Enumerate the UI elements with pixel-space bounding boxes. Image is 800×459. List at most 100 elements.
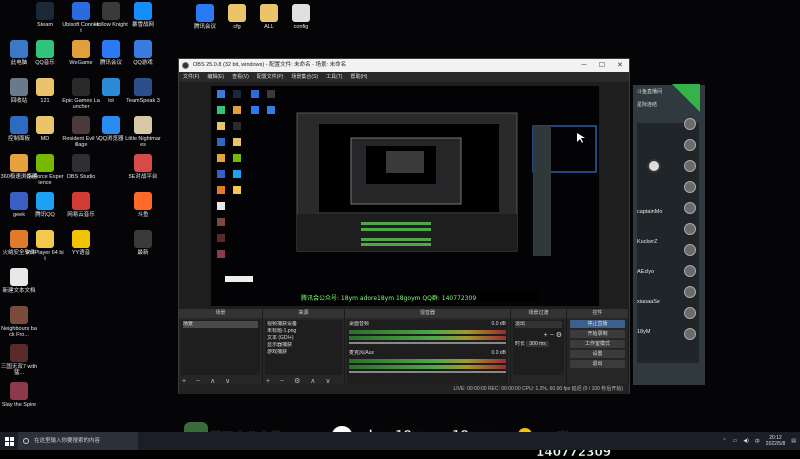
desktop-icon[interactable]: Slay the Spire — [0, 382, 38, 408]
audio-meter — [349, 336, 506, 340]
menu-profile[interactable]: 配置文件(P) — [257, 72, 284, 82]
stop-streaming-button[interactable]: 停止直播 — [570, 320, 625, 328]
desktop-icon[interactable]: Steam — [26, 2, 64, 28]
desktop-icon[interactable]: PotPlayer 64 bit — [26, 230, 64, 262]
desktop-icon[interactable]: 暴雪战网 — [124, 2, 162, 28]
network-icon[interactable]: ▭ — [733, 438, 738, 444]
controls-title: 控件 — [567, 309, 628, 318]
obs-window[interactable]: OBS 25.0.8 (32 bit, windows) - 配置文件: 未命名… — [178, 58, 630, 394]
sources-dock: 来源 视频捕获设备 未标题-1.png 文本 (GDI+) 显示器捕获 游戏捕获… — [263, 309, 345, 393]
start-button[interactable] — [0, 432, 18, 450]
ime-icon[interactable]: 中 — [755, 438, 760, 445]
notification-icon[interactable]: ▤ — [791, 438, 796, 444]
obs-preview[interactable]: 腾讯会公众号: 18ym adore18ym 18goym QQ群: 14077… — [211, 86, 599, 306]
obs-title-text: OBS 25.0.8 (32 bit, windows) - 配置文件: 未命名… — [193, 62, 347, 68]
viewer-avatar[interactable] — [684, 160, 696, 172]
desktop-icon-label: Slay the Spire — [1, 402, 37, 408]
app-icon — [36, 192, 54, 210]
transition-add-remove[interactable]: + − ⚙ — [515, 332, 562, 339]
start-recording-button[interactable]: 开始录制 — [570, 330, 625, 338]
viewer-avatar[interactable] — [684, 265, 696, 277]
source-item[interactable]: 文本 (GDI+) — [267, 335, 340, 342]
desktop-icon[interactable]: TeamSpeak 3 — [124, 78, 162, 104]
menu-help[interactable]: 帮助(H) — [350, 72, 367, 82]
desktop-icon[interactable]: 新建文本文档 — [0, 268, 38, 294]
sources-list[interactable]: 视频捕获设备 未标题-1.png 文本 (GDI+) 显示器捕获 游戏捕获 — [265, 320, 342, 375]
desktop-icon-label: GeForce Experience — [26, 174, 64, 186]
app-icon — [72, 192, 90, 210]
scene-item[interactable]: 场景 — [183, 321, 258, 328]
svg-text:腾讯会公众号: 18ym adore18ym 18g: 腾讯会公众号: 18ym adore18ym 18goym QQ群: 14077… — [301, 294, 476, 302]
volume-slider[interactable] — [349, 371, 506, 373]
audio-meter — [349, 330, 506, 334]
app-icon — [72, 40, 90, 58]
source-item[interactable]: 游戏捕获 — [267, 349, 340, 356]
app-icon — [10, 382, 28, 400]
desktop-icon[interactable]: YY语音 — [62, 230, 100, 256]
volume-icon[interactable]: ◀) — [743, 438, 749, 444]
menu-view[interactable]: 查看(V) — [232, 72, 249, 82]
viewer-avatar[interactable] — [684, 286, 696, 298]
transitions-title: 场景过渡 — [511, 309, 566, 318]
desktop-icon[interactable]: 5E对战平台 — [124, 154, 162, 180]
desktop-icon[interactable]: 三国无双7 with 猛... — [0, 344, 38, 376]
taskbar-search[interactable]: 在这里输入你要搜索的内容 — [18, 432, 138, 450]
desktop-icon-label: Little Nightmares — [125, 136, 161, 148]
desktop-icon-label: YY语音 — [71, 250, 91, 256]
chevron-up-icon[interactable]: ⌃ — [722, 438, 726, 444]
maximize-button[interactable]: ☐ — [593, 59, 611, 72]
obs-title-bar[interactable]: OBS 25.0.8 (32 bit, windows) - 配置文件: 未命名… — [179, 59, 629, 72]
duration-input[interactable]: 300 ms — [526, 341, 549, 347]
close-button[interactable]: ✕ — [611, 59, 629, 72]
viewer-avatar[interactable] — [684, 307, 696, 319]
desktop-icon[interactable]: GeForce Experience — [26, 154, 64, 186]
viewer-avatar[interactable] — [684, 223, 696, 235]
desktop-icon-label: 斗鱼 — [137, 212, 149, 218]
viewer-avatar[interactable] — [684, 181, 696, 193]
source-item[interactable]: 显示器捕获 — [267, 342, 340, 349]
app-icon — [36, 40, 54, 58]
desktop-icon[interactable]: Neighbours back Fro... — [0, 306, 38, 338]
viewer-avatar[interactable] — [684, 202, 696, 214]
scenes-list[interactable]: 场景 — [181, 320, 260, 375]
studio-mode-button[interactable]: 工作室模式 — [570, 340, 625, 348]
app-icon — [102, 2, 120, 20]
app-icon — [134, 40, 152, 58]
desktop-icon[interactable]: OBS Studio — [62, 154, 100, 180]
mixer-title: 混音器 — [345, 309, 510, 318]
volume-slider[interactable] — [349, 342, 506, 344]
desktop-icon-label: 暴雪战网 — [131, 22, 154, 28]
settings-button[interactable]: 设置 — [570, 350, 625, 358]
viewer-avatar[interactable] — [684, 244, 696, 256]
desktop-icon[interactable]: QQ音乐 — [26, 40, 64, 66]
minimize-button[interactable]: ─ — [575, 59, 593, 72]
transition-select[interactable]: 淡出 — [515, 321, 562, 328]
source-item[interactable]: 未标题-1.png — [267, 328, 340, 335]
desktop-icon[interactable]: 最新 — [124, 230, 162, 256]
desktop-icon[interactable]: 121 — [26, 78, 64, 104]
mixer-channel-name: 麦克风/Aux — [349, 350, 375, 356]
viewer-avatar[interactable] — [684, 118, 696, 130]
menu-tools[interactable]: 工具(T) — [326, 72, 342, 82]
desktop-icon[interactable]: 斗鱼 — [124, 192, 162, 218]
menu-file[interactable]: 文件(F) — [183, 72, 199, 82]
taskbar-clock[interactable]: 20:12 2022/5/8 — [766, 435, 785, 447]
app-icon — [72, 78, 90, 96]
desktop-icon-label: Neighbours back Fro... — [1, 326, 37, 338]
menu-edit[interactable]: 编辑(E) — [207, 72, 224, 82]
source-item[interactable]: 视频捕获设备 — [267, 321, 340, 328]
menu-scene-collection[interactable]: 场景集合(S) — [291, 72, 318, 82]
desktop-icon[interactable]: 腾讯QQ — [26, 192, 64, 218]
desktop-icon-label: 最新 — [137, 250, 149, 256]
desktop-icon[interactable]: QQ游戏 — [124, 40, 162, 66]
desktop-icon[interactable]: Little Nightmares — [124, 116, 162, 148]
desktop-icon[interactable]: 网易云音乐 — [62, 192, 100, 218]
desktop-icon[interactable]: config — [282, 4, 320, 30]
transitions-dock: 场景过渡 淡出 + − ⚙ 时长 300 ms — [511, 309, 567, 393]
scenes-dock: 场景 场景 + − ∧ ∨ — [179, 309, 263, 393]
viewer-avatar[interactable] — [684, 328, 696, 340]
exit-button[interactable]: 退出 — [570, 360, 625, 368]
desktop-icon[interactable]: MD — [26, 116, 64, 142]
skull-avatar — [647, 159, 661, 173]
viewer-avatar[interactable] — [684, 139, 696, 151]
